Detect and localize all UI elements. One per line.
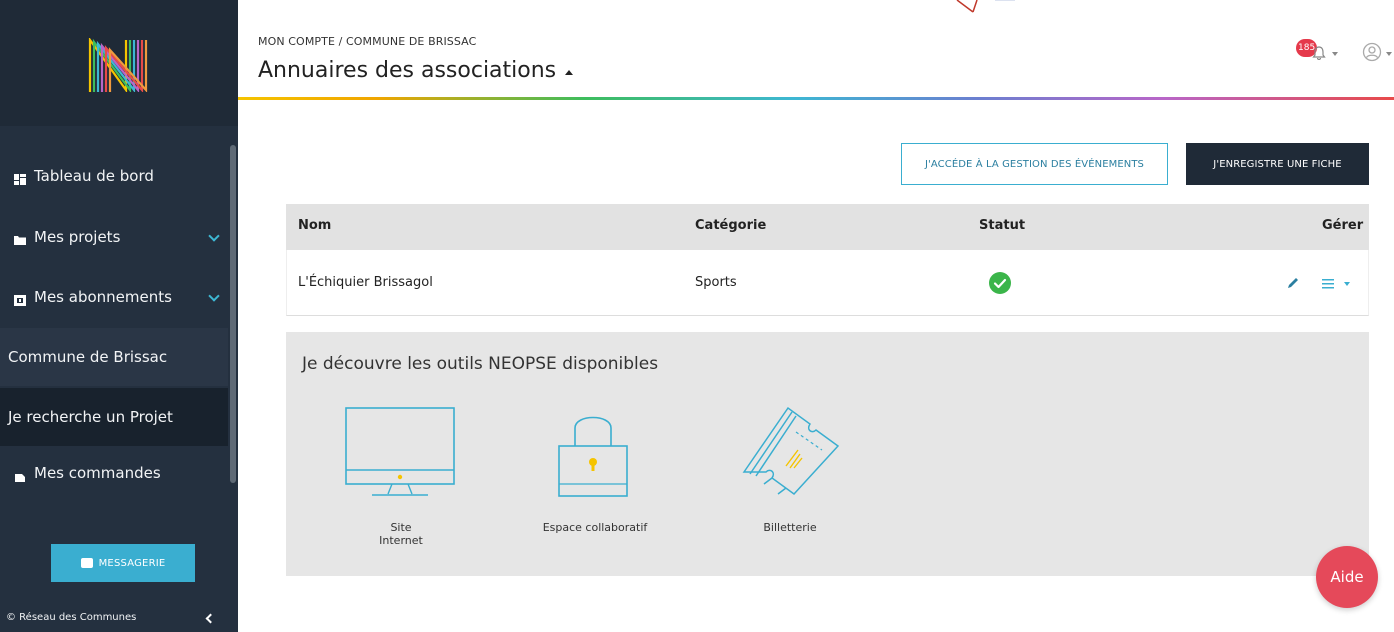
message-icon <box>80 558 93 568</box>
table-row[interactable] <box>286 250 1369 316</box>
menu-list-icon[interactable] <box>1322 278 1336 290</box>
table-header <box>286 204 1369 250</box>
sidebar-item-label: Je recherche un Projet <box>8 408 173 426</box>
messagerie-button[interactable]: MESSAGERIE <box>51 544 195 582</box>
padlock-icon[interactable] <box>557 402 629 498</box>
cell-categorie: Sports <box>695 275 737 290</box>
copyright-text: © Réseau des Communes <box>6 612 137 623</box>
neopse-logo[interactable] <box>86 38 152 92</box>
sidebar-item-je-recherche-un-projet[interactable]: Je recherche un Projet <box>0 388 228 446</box>
sidebar-item-mes-abonnements[interactable]: Mes abonnements <box>0 268 228 326</box>
sidebar-item-commune-de-brissac[interactable]: Commune de Brissac <box>0 328 228 386</box>
breadcrumb: MON COMPTE / COMMUNE DE BRISSAC <box>258 35 477 48</box>
sidebar-item-label: Mes projets <box>34 228 121 246</box>
sidebar-item-label: Mes abonnements <box>34 288 172 306</box>
page-title[interactable]: Annuaires des associations <box>258 58 556 83</box>
user-icon[interactable] <box>1362 42 1382 62</box>
caret-up-icon[interactable] <box>565 70 573 75</box>
tool-label-site-internet: Site Internet <box>379 521 423 547</box>
sidebar-item-label: Commune de Brissac <box>8 348 168 366</box>
bell-icon[interactable] <box>1312 46 1326 60</box>
sidebar: Tableau de bord Mes projets Mes abonneme… <box>0 0 238 632</box>
tools-title: Je découvre les outils NEOPSE disponible… <box>302 354 659 374</box>
chevron-down-icon <box>208 230 220 242</box>
sidebar-item-mes-projets[interactable]: Mes projets <box>0 208 228 266</box>
column-header-statut: Statut <box>979 218 1026 233</box>
chevron-down-icon[interactable] <box>1332 52 1338 56</box>
folder-icon <box>14 232 26 245</box>
messagerie-label: MESSAGERIE <box>98 557 166 569</box>
tool-label-billetterie: Billetterie <box>763 521 817 534</box>
collapse-sidebar-icon[interactable] <box>205 613 216 624</box>
chevron-down-icon <box>208 290 220 302</box>
edit-icon[interactable] <box>1286 276 1300 290</box>
sidebar-item-label: Mes commandes <box>34 464 161 482</box>
sidebar-scrollbar[interactable] <box>230 145 236 483</box>
sidebar-item-tableau-de-bord[interactable]: Tableau de bord <box>0 147 228 205</box>
register-record-button[interactable]: J'ENREGISTRE UNE FICHE <box>1186 143 1369 185</box>
column-header-categorie: Catégorie <box>695 218 767 233</box>
events-management-button[interactable]: J'ACCÉDE À LA GESTION DES ÉVÉNEMENTS <box>901 143 1168 185</box>
dashboard-icon <box>14 171 26 185</box>
orders-icon <box>14 471 26 482</box>
header-divider <box>238 97 1394 100</box>
tickets-icon[interactable] <box>736 402 842 498</box>
subscriptions-icon <box>14 292 26 306</box>
chevron-down-icon[interactable] <box>1386 52 1392 56</box>
sidebar-item-label: Tableau de bord <box>34 167 154 185</box>
top-accent-line <box>956 0 1015 13</box>
sidebar-item-mes-commandes[interactable]: Mes commandes <box>0 448 228 482</box>
logo-area <box>0 0 238 126</box>
monitor-icon[interactable] <box>344 406 456 498</box>
chevron-down-icon[interactable] <box>1344 282 1350 286</box>
cell-nom: L'Échiquier Brissagol <box>298 275 433 290</box>
help-button[interactable]: Aide <box>1316 546 1378 608</box>
status-ok-icon <box>989 272 1011 294</box>
tool-label-espace-collaboratif: Espace collaboratif <box>542 521 648 534</box>
column-header-gerer: Gérer <box>1322 218 1364 233</box>
column-header-nom: Nom <box>298 218 332 233</box>
